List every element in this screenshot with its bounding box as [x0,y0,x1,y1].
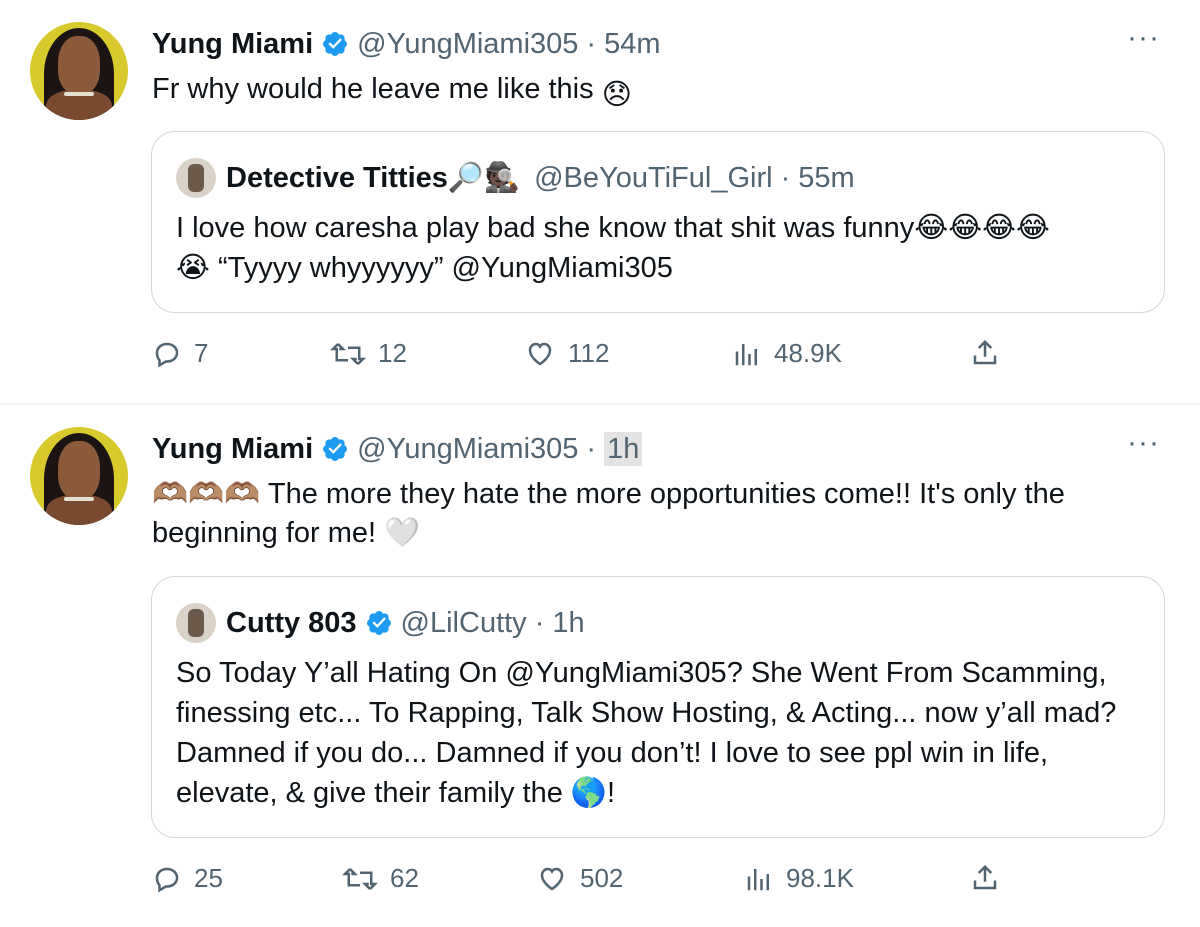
crying-emoji: 😭 [176,252,210,284]
quoted-author-handle: @LilCutty [400,607,527,639]
heart-icon [540,867,564,890]
heart-icon [528,342,552,365]
white-heart-emoji: 🤍 [384,517,421,549]
quoted-tweet-header: Cutty 803 @LilCutty · 1h [176,603,585,643]
author-handle[interactable]: @YungMiami305 [357,27,578,61]
laughing-emojis: 😂😂😂😂 [914,212,1050,244]
globe-emoji: 🌎 [570,777,608,809]
retweet-count: 12 [378,338,407,368]
quoted-tweet-header: Detective Titties 🔎🕵🏿 @BeYouTiFul_Girl ·… [176,158,855,198]
disappointed-face-emoji: 😞 [601,79,632,111]
views-button[interactable]: 98.1K [744,863,854,894]
tweet-header: Yung Miami @YungMiami305 · 1h [152,432,643,466]
views-button[interactable]: 48.9K [732,338,842,369]
retweet-count: 62 [390,863,419,893]
quoted-text-part: “Tyyyy whyyyyyy” @YungMiami305 [209,252,673,284]
tweet-text: 🫶🏽🫶🏽🫶🏽 The more they hate the more oppor… [152,475,1152,553]
share-button[interactable] [970,338,1012,368]
tweet-actions: 25 62 502 98.1K [152,863,1012,903]
reply-count: 25 [194,863,223,893]
share-icon [973,864,997,890]
quoted-tweet-text: I love how caresha play bad she know tha… [176,208,1136,288]
tweet-2[interactable]: Yung Miami @YungMiami305 · 1h ··· 🫶🏽🫶🏽🫶🏽… [0,405,1200,927]
quoted-text-part: ! [607,777,616,809]
retweet-icon [342,867,378,890]
timestamp[interactable]: 1h [604,432,643,466]
timestamp[interactable]: 54m [604,27,660,61]
separator-dot: · [586,433,597,465]
separator-dot: · [534,607,545,639]
author-name[interactable]: Yung Miami [152,27,313,61]
reply-button[interactable]: 25 [152,863,223,894]
verified-badge-icon [366,611,391,635]
tweet-text-content: The more they hate the more opportunitie… [152,478,1065,549]
view-count: 98.1K [786,863,854,893]
view-count: 48.9K [774,338,842,368]
retweet-button[interactable]: 12 [330,338,407,369]
name-emojis: 🔎🕵🏿 [447,162,521,194]
reply-button[interactable]: 7 [152,338,208,369]
tweet-1[interactable]: Yung Miami @YungMiami305 · 54m ··· Fr wh… [0,0,1200,404]
like-button[interactable]: 112 [524,338,609,369]
timestamp: 1h [552,607,585,639]
more-options-icon[interactable]: ··· [1127,23,1160,53]
heart-hands-emojis: 🫶🏽🫶🏽🫶🏽 [152,478,261,510]
author-name[interactable]: Yung Miami [152,432,313,466]
share-icon [973,339,997,365]
verified-badge-icon [323,437,348,461]
retweet-icon [330,342,366,365]
quoted-author-handle: @BeYouTiFul_Girl [534,162,773,194]
quoted-text-part: I love how caresha play bad she know tha… [176,212,915,244]
reply-count: 7 [194,338,209,368]
author-handle[interactable]: @YungMiami305 [357,432,578,466]
avatar[interactable] [30,22,128,120]
quoted-author-name: Cutty 803 [226,607,357,639]
separator-dot: · [780,162,791,194]
retweet-button[interactable]: 62 [342,863,419,894]
views-chart-icon [747,868,769,890]
quoted-tweet[interactable]: Detective Titties 🔎🕵🏿 @BeYouTiFul_Girl ·… [151,131,1165,313]
reply-icon [155,342,179,367]
separator-dot: · [586,28,597,60]
quoted-text-part: So Today Y’all Hating On @YungMiami305? … [176,657,1117,809]
like-count: 112 [568,338,610,368]
tweet-header: Yung Miami @YungMiami305 · 54m [152,27,661,61]
views-chart-icon [735,343,757,365]
like-count: 502 [580,863,624,893]
avatar [176,158,216,198]
avatar[interactable] [30,427,128,525]
quoted-tweet[interactable]: Cutty 803 @LilCutty · 1h So Today Y’all … [151,576,1165,838]
verified-badge-icon [323,32,348,56]
more-options-icon[interactable]: ··· [1127,428,1160,458]
timestamp: 55m [798,162,855,194]
avatar [176,603,216,643]
share-button[interactable] [970,863,1012,893]
tweet-text: Fr why would he leave me like this 😞 [152,70,1152,115]
tweet-actions: 7 12 112 48.9K [152,338,1012,378]
quoted-author-name: Detective Titties [226,162,448,194]
tweet-text-content: Fr why would he leave me like this [152,73,594,105]
quoted-tweet-text: So Today Y’all Hating On @YungMiami305? … [176,653,1136,813]
like-button[interactable]: 502 [536,863,623,894]
reply-icon [155,867,179,892]
